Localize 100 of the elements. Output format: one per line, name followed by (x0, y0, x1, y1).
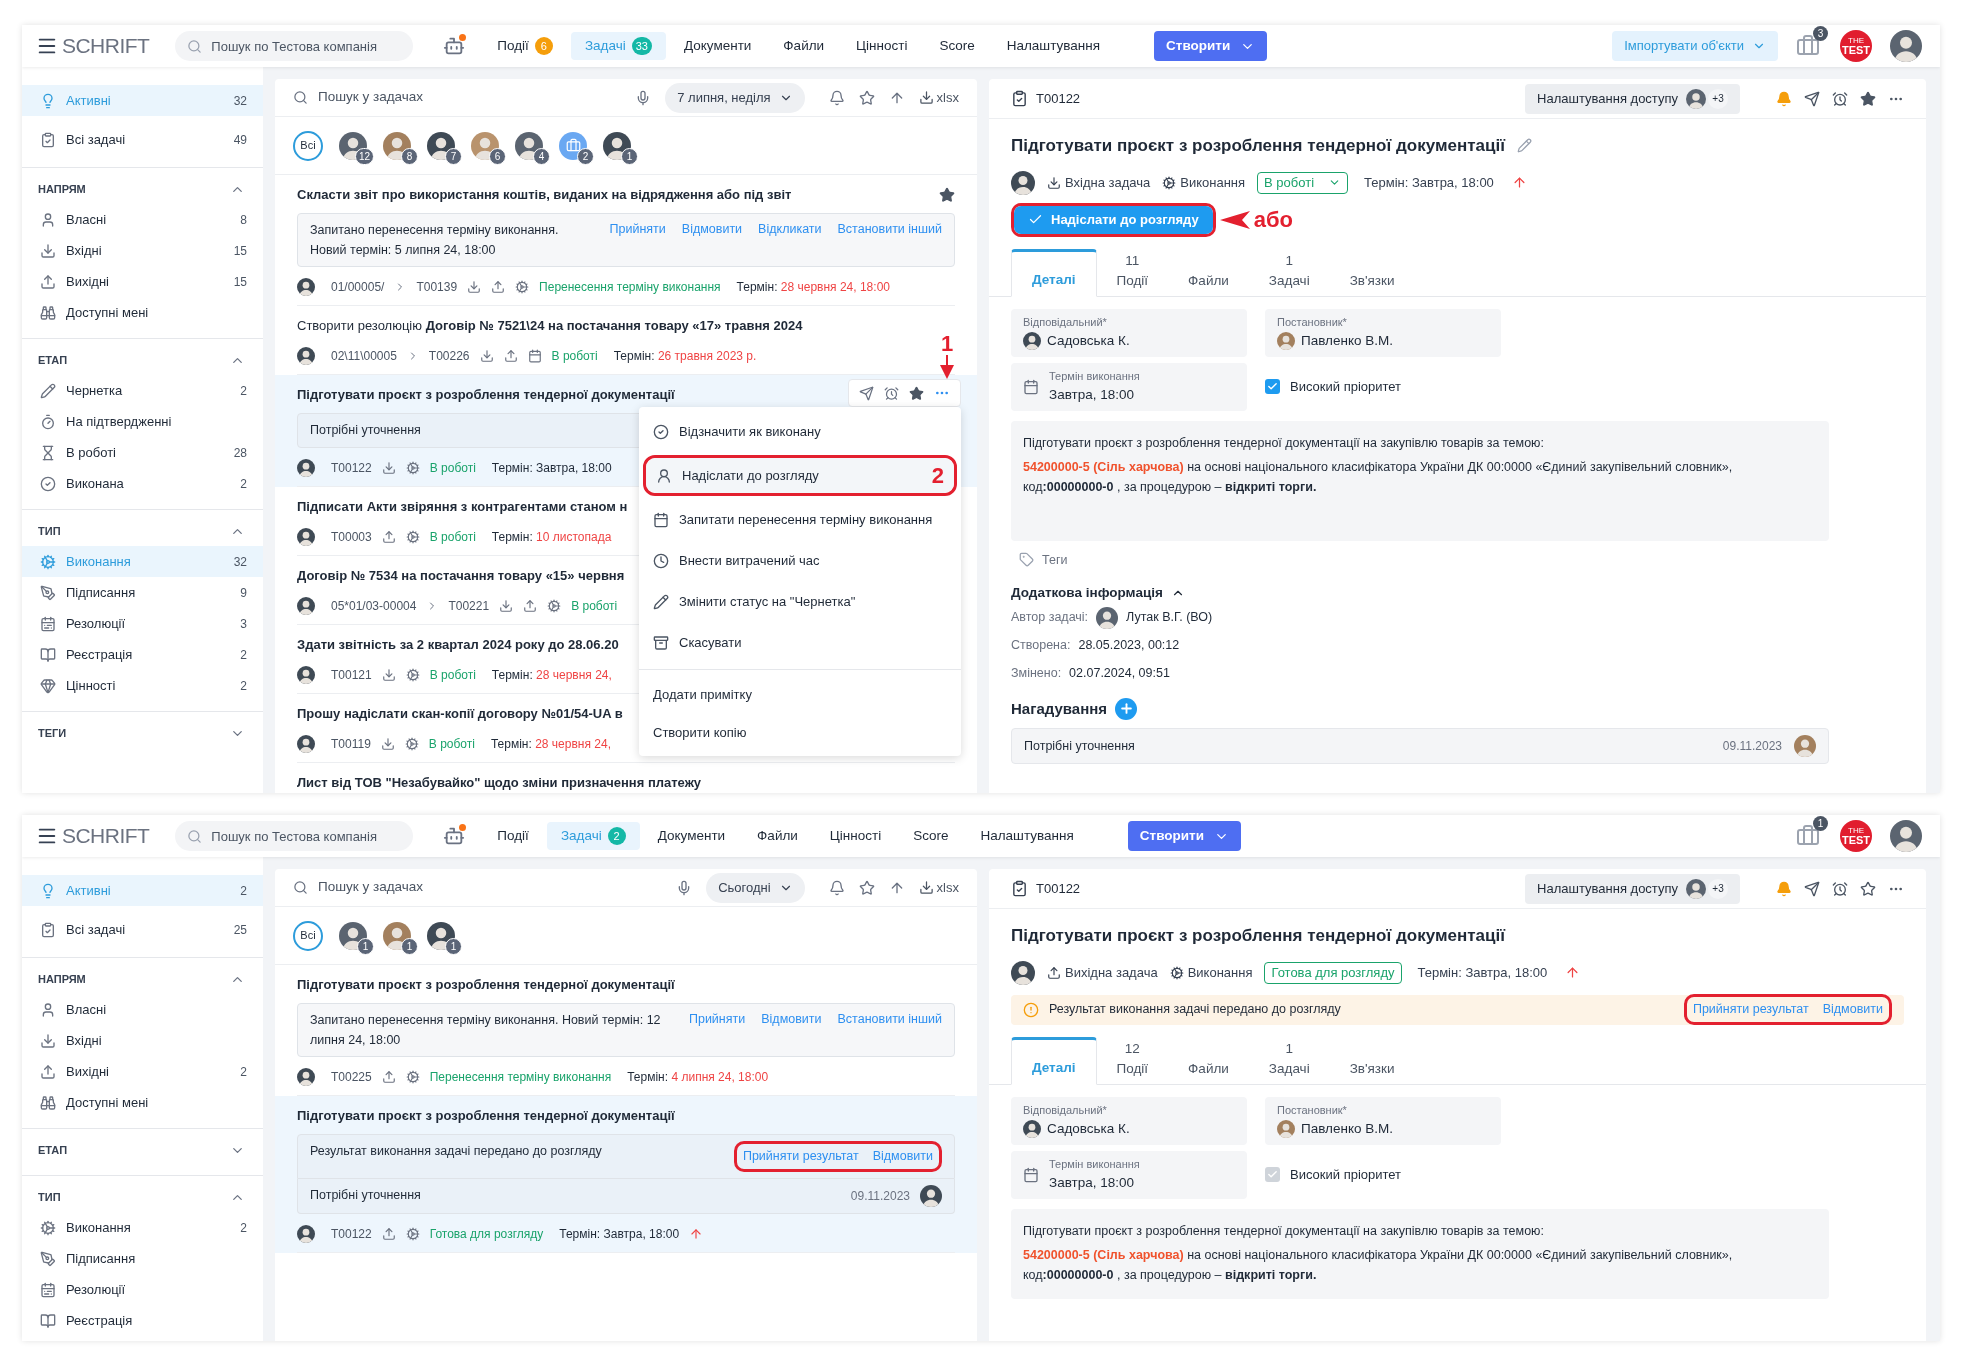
briefcase-icon[interactable] (1796, 824, 1820, 848)
search-field[interactable]: Пошук у задачах (318, 87, 518, 108)
sidebar-item[interactable]: Підписання 9 (22, 577, 263, 608)
menu-item[interactable]: Запитати перенесення терміну виконання (643, 502, 957, 537)
section-header[interactable]: НАПРЯМ (22, 174, 263, 204)
reminder-item[interactable]: Потрібні уточнення 09.11.2023 (1011, 728, 1829, 764)
sidebar-item[interactable]: Вхідні (22, 1025, 263, 1056)
menu-item[interactable]: Створити копію (639, 714, 961, 752)
sidebar-item[interactable]: Всі задачі 49 (22, 124, 263, 155)
alarm-clock-icon[interactable] (884, 385, 899, 401)
search-field[interactable]: Пошук по Тестова компанія (175, 821, 414, 851)
access-settings-button[interactable]: Налаштування доступу +3 (1525, 873, 1740, 904)
task-title[interactable]: Прошу надіслати скан-копії договору №01/54-UA в (297, 704, 623, 724)
task-title[interactable]: Підготувати проєкт з розроблення тендерної документації (297, 385, 675, 405)
section-header[interactable]: НАПРЯМ (22, 964, 263, 994)
form-field[interactable]: Відповідальний* Садовська К. (1011, 308, 1247, 357)
sidebar-item[interactable]: Виконання 32 (22, 546, 263, 577)
sidebar-item[interactable]: Резолюції 3 (22, 608, 263, 639)
task-title[interactable]: Підготувати проєкт з розроблення тендерної документації (297, 1106, 675, 1126)
team-avatar[interactable] (559, 131, 587, 160)
create-button[interactable]: Створити (1154, 31, 1268, 61)
checkbox[interactable] (1265, 379, 1280, 394)
menu-item[interactable]: Надіслати до розгляду 2 (646, 458, 954, 493)
add-button[interactable] (1115, 697, 1138, 720)
nav-tab[interactable]: Події (483, 822, 543, 850)
sidebar-item[interactable]: Активні 32 (22, 85, 263, 116)
sidebar-item[interactable]: Резолюції (22, 1274, 263, 1305)
tab[interactable]: 11 Події (1096, 248, 1169, 297)
export-button[interactable]: xlsx (918, 87, 959, 108)
task-title[interactable]: Лист від ТОВ "Незабувайко" щодо зміни призначення платежу (297, 773, 702, 793)
star-icon[interactable] (858, 879, 875, 896)
nav-tab[interactable]: Score (925, 32, 989, 60)
sidebar-item[interactable]: Активні 2 (22, 875, 263, 906)
sidebar-item[interactable]: Чернетка 2 (22, 375, 263, 406)
chatbot-icon[interactable] (443, 35, 466, 57)
task-title[interactable]: Підписати Акти звіряння з контрагентами станом н (297, 497, 628, 517)
nav-tab[interactable]: Файли (769, 32, 839, 60)
create-button[interactable]: Створити (1127, 821, 1241, 851)
export-button[interactable]: xlsx (918, 877, 959, 898)
menu-item[interactable]: Відзначити як виконану (643, 414, 957, 449)
menu-item[interactable]: Додати примітку (639, 676, 961, 714)
alarm-clock-icon[interactable] (1832, 880, 1848, 897)
company-logo[interactable]: THE TEST (1840, 820, 1872, 852)
nav-tab[interactable]: Документи (669, 32, 766, 60)
task-title[interactable]: Створити резолюцію Договір № 7521\24 на постачання товару «17» травня 2024 (297, 316, 803, 336)
section-header[interactable]: ТИП (22, 1182, 263, 1212)
task-title[interactable]: Скласти звіт про використання коштів, виданих на відрядження або під звіт (297, 185, 792, 205)
chatbot-icon[interactable] (443, 825, 466, 847)
star-icon[interactable] (909, 385, 924, 401)
briefcase-icon[interactable] (1796, 34, 1820, 58)
bell-icon[interactable] (828, 879, 845, 896)
tab[interactable]: Файли (1168, 248, 1249, 297)
nav-tab[interactable]: Цінності (815, 822, 896, 850)
sidebar-item[interactable]: Реєстрація (22, 1305, 263, 1336)
nav-tab[interactable]: Файли (743, 822, 812, 850)
section-header[interactable]: Додаткова інформація (1011, 583, 1185, 604)
tab[interactable]: 1 Задачі (1248, 1036, 1330, 1085)
menu-item[interactable]: Внести витрачений час (643, 543, 957, 578)
search-field[interactable]: Пошук по Тестова компанія (175, 31, 414, 61)
section-header[interactable]: ЕТАП (22, 345, 263, 375)
star-icon[interactable] (1860, 90, 1876, 107)
nav-tab[interactable]: Документи (643, 822, 740, 850)
sidebar-item[interactable]: Виконана 2 (22, 468, 263, 499)
star-icon[interactable] (939, 187, 955, 203)
task-title[interactable]: Договір № 7534 на постачання товару «15» червня (297, 566, 625, 586)
sidebar-item[interactable]: Вихідні 15 (22, 266, 263, 297)
bell-icon[interactable] (828, 89, 845, 106)
tags-label[interactable]: Теги (1042, 550, 1068, 570)
date-filter[interactable]: 7 липня, неділя (665, 82, 805, 113)
tab[interactable]: Файли (1168, 1036, 1249, 1085)
send-icon[interactable] (1804, 880, 1820, 897)
sidebar-item[interactable]: На підтвердженні (22, 406, 263, 437)
sidebar-item[interactable]: Вихідні 2 (22, 1056, 263, 1087)
tab[interactable]: Зв'язки (1329, 248, 1415, 297)
section-header[interactable]: ТЕГИ (22, 718, 263, 748)
selected-task-row[interactable] (275, 1096, 977, 1253)
form-field[interactable]: Постановник* Павленко В.М. (1265, 1096, 1501, 1145)
menu-item[interactable]: Скасувати (643, 625, 957, 660)
tab[interactable]: 1 Задачі (1248, 248, 1330, 297)
tab[interactable]: 12 Події (1096, 1036, 1169, 1085)
star-icon[interactable] (1860, 880, 1876, 897)
star-icon[interactable] (858, 89, 875, 106)
section-header[interactable]: ТИП (22, 516, 263, 546)
search-field[interactable]: Пошук у задачах (318, 877, 518, 898)
task-title[interactable]: Здати звітність за 2 квартал 2024 року до 28.06.20 (297, 635, 619, 655)
sidebar-item[interactable]: Виконання 2 (22, 1212, 263, 1243)
form-field[interactable]: Постановник* Павленко В.М. (1265, 308, 1501, 357)
sidebar-item[interactable]: Підписання (22, 1243, 263, 1274)
sidebar-item[interactable]: Доступні мені (22, 1087, 263, 1118)
edit-icon[interactable] (1516, 138, 1532, 154)
sidebar-item[interactable]: Вхідні 15 (22, 235, 263, 266)
sidebar-item[interactable]: В роботі 28 (22, 437, 263, 468)
sidebar-item[interactable]: Власні 8 (22, 204, 263, 235)
nav-tab[interactable]: Налаштування (966, 822, 1088, 850)
tab[interactable]: Зв'язки (1329, 1036, 1415, 1085)
nav-tab[interactable]: Налаштування (992, 32, 1115, 60)
section-header[interactable]: ЕТАП (22, 1135, 263, 1165)
task-title[interactable]: Підготувати проєкт з розроблення тендерної документації (297, 975, 675, 995)
sidebar-item[interactable]: Цінності 2 (22, 670, 263, 701)
sidebar-item[interactable]: Реєстрація 2 (22, 639, 263, 670)
